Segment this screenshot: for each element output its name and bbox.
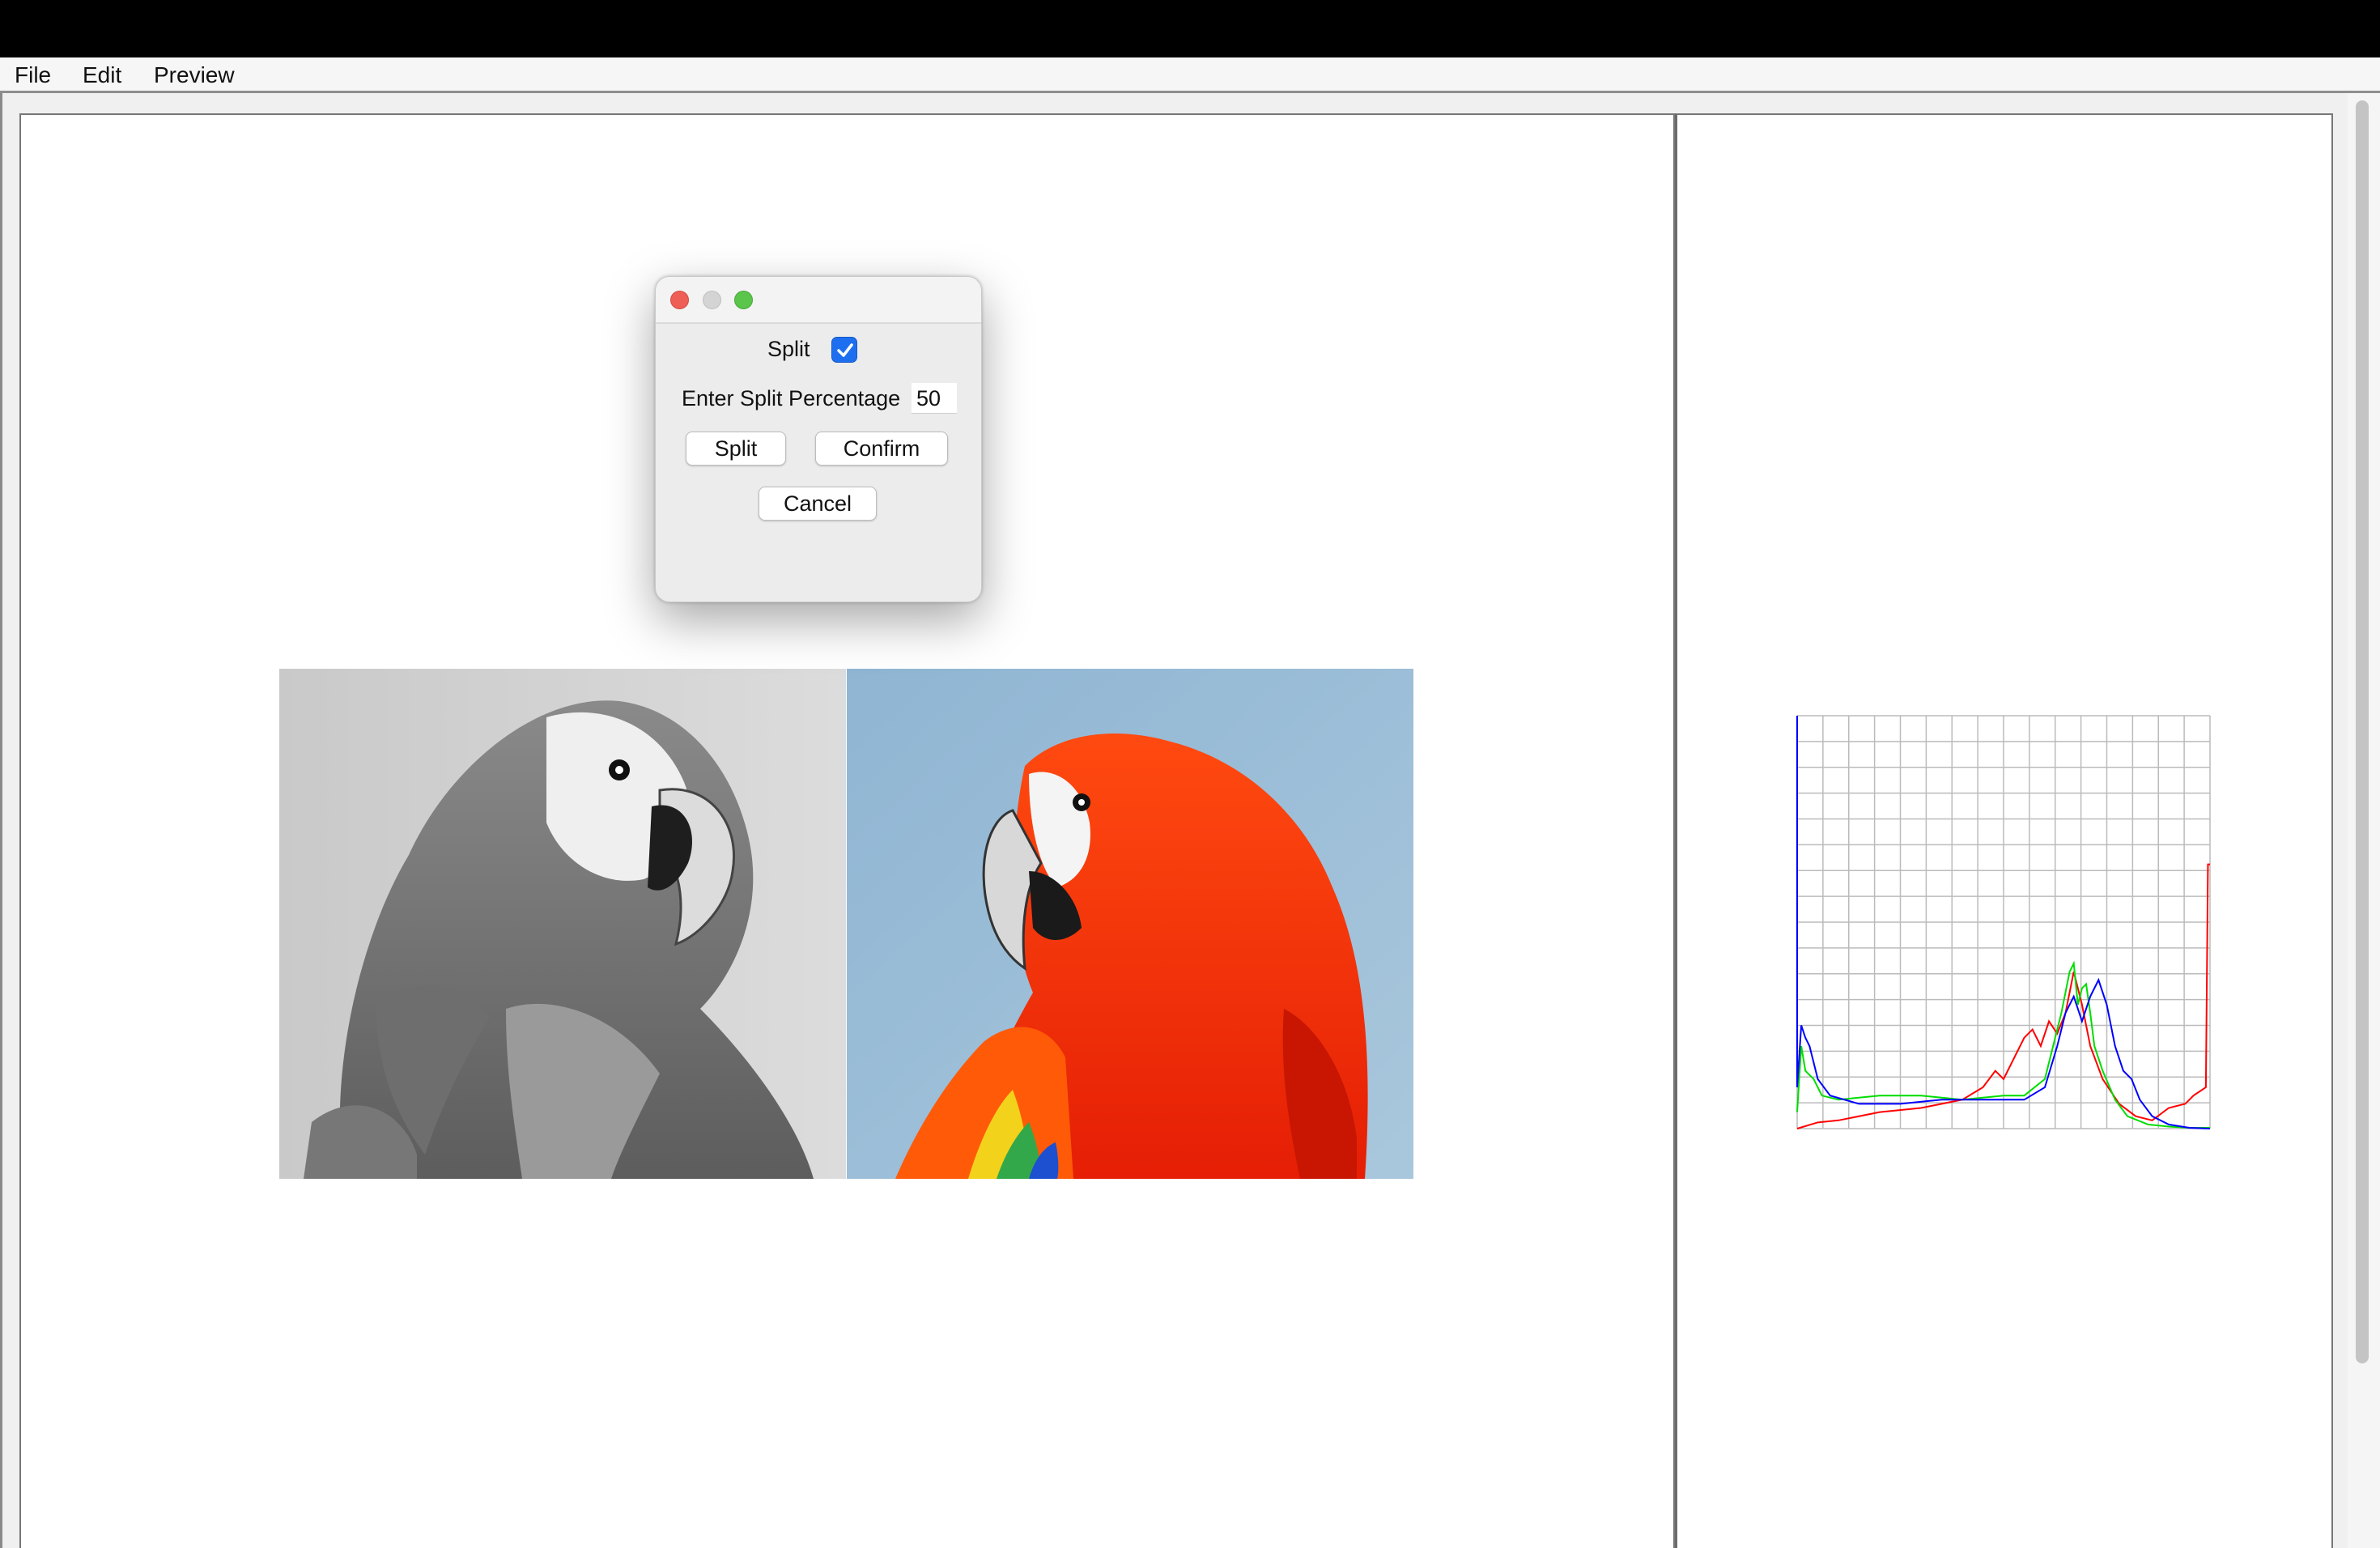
split-dialog: Split Enter Split Percentage Split Confi… [655, 276, 982, 602]
minimize-window-icon [703, 291, 721, 309]
split-percentage-label: Enter Split Percentage [682, 386, 901, 410]
color-half [847, 669, 1413, 1179]
scrollbar-thumb[interactable] [2356, 100, 2369, 1363]
close-window-icon[interactable] [670, 291, 689, 309]
split-label: Split [767, 337, 810, 361]
split-button[interactable]: Split [686, 432, 786, 466]
split-percentage-input[interactable] [912, 383, 957, 414]
menu-bar: File Edit Preview [0, 57, 2380, 93]
grayscale-half [279, 669, 847, 1179]
top-black-bar [0, 0, 2380, 57]
maximize-window-icon[interactable] [734, 291, 753, 309]
cancel-button[interactable]: Cancel [759, 487, 877, 521]
split-checkbox[interactable] [831, 337, 857, 363]
split-preview-image [279, 669, 1413, 1179]
menu-preview[interactable]: Preview [154, 61, 235, 90]
rgb-histogram [1796, 714, 2212, 1131]
checkmark-icon [837, 343, 853, 357]
menu-edit[interactable]: Edit [83, 61, 121, 90]
confirm-button[interactable]: Confirm [815, 432, 948, 466]
window-frame [0, 93, 2, 1548]
dialog-titlebar[interactable] [656, 277, 981, 324]
menu-file[interactable]: File [15, 61, 51, 90]
